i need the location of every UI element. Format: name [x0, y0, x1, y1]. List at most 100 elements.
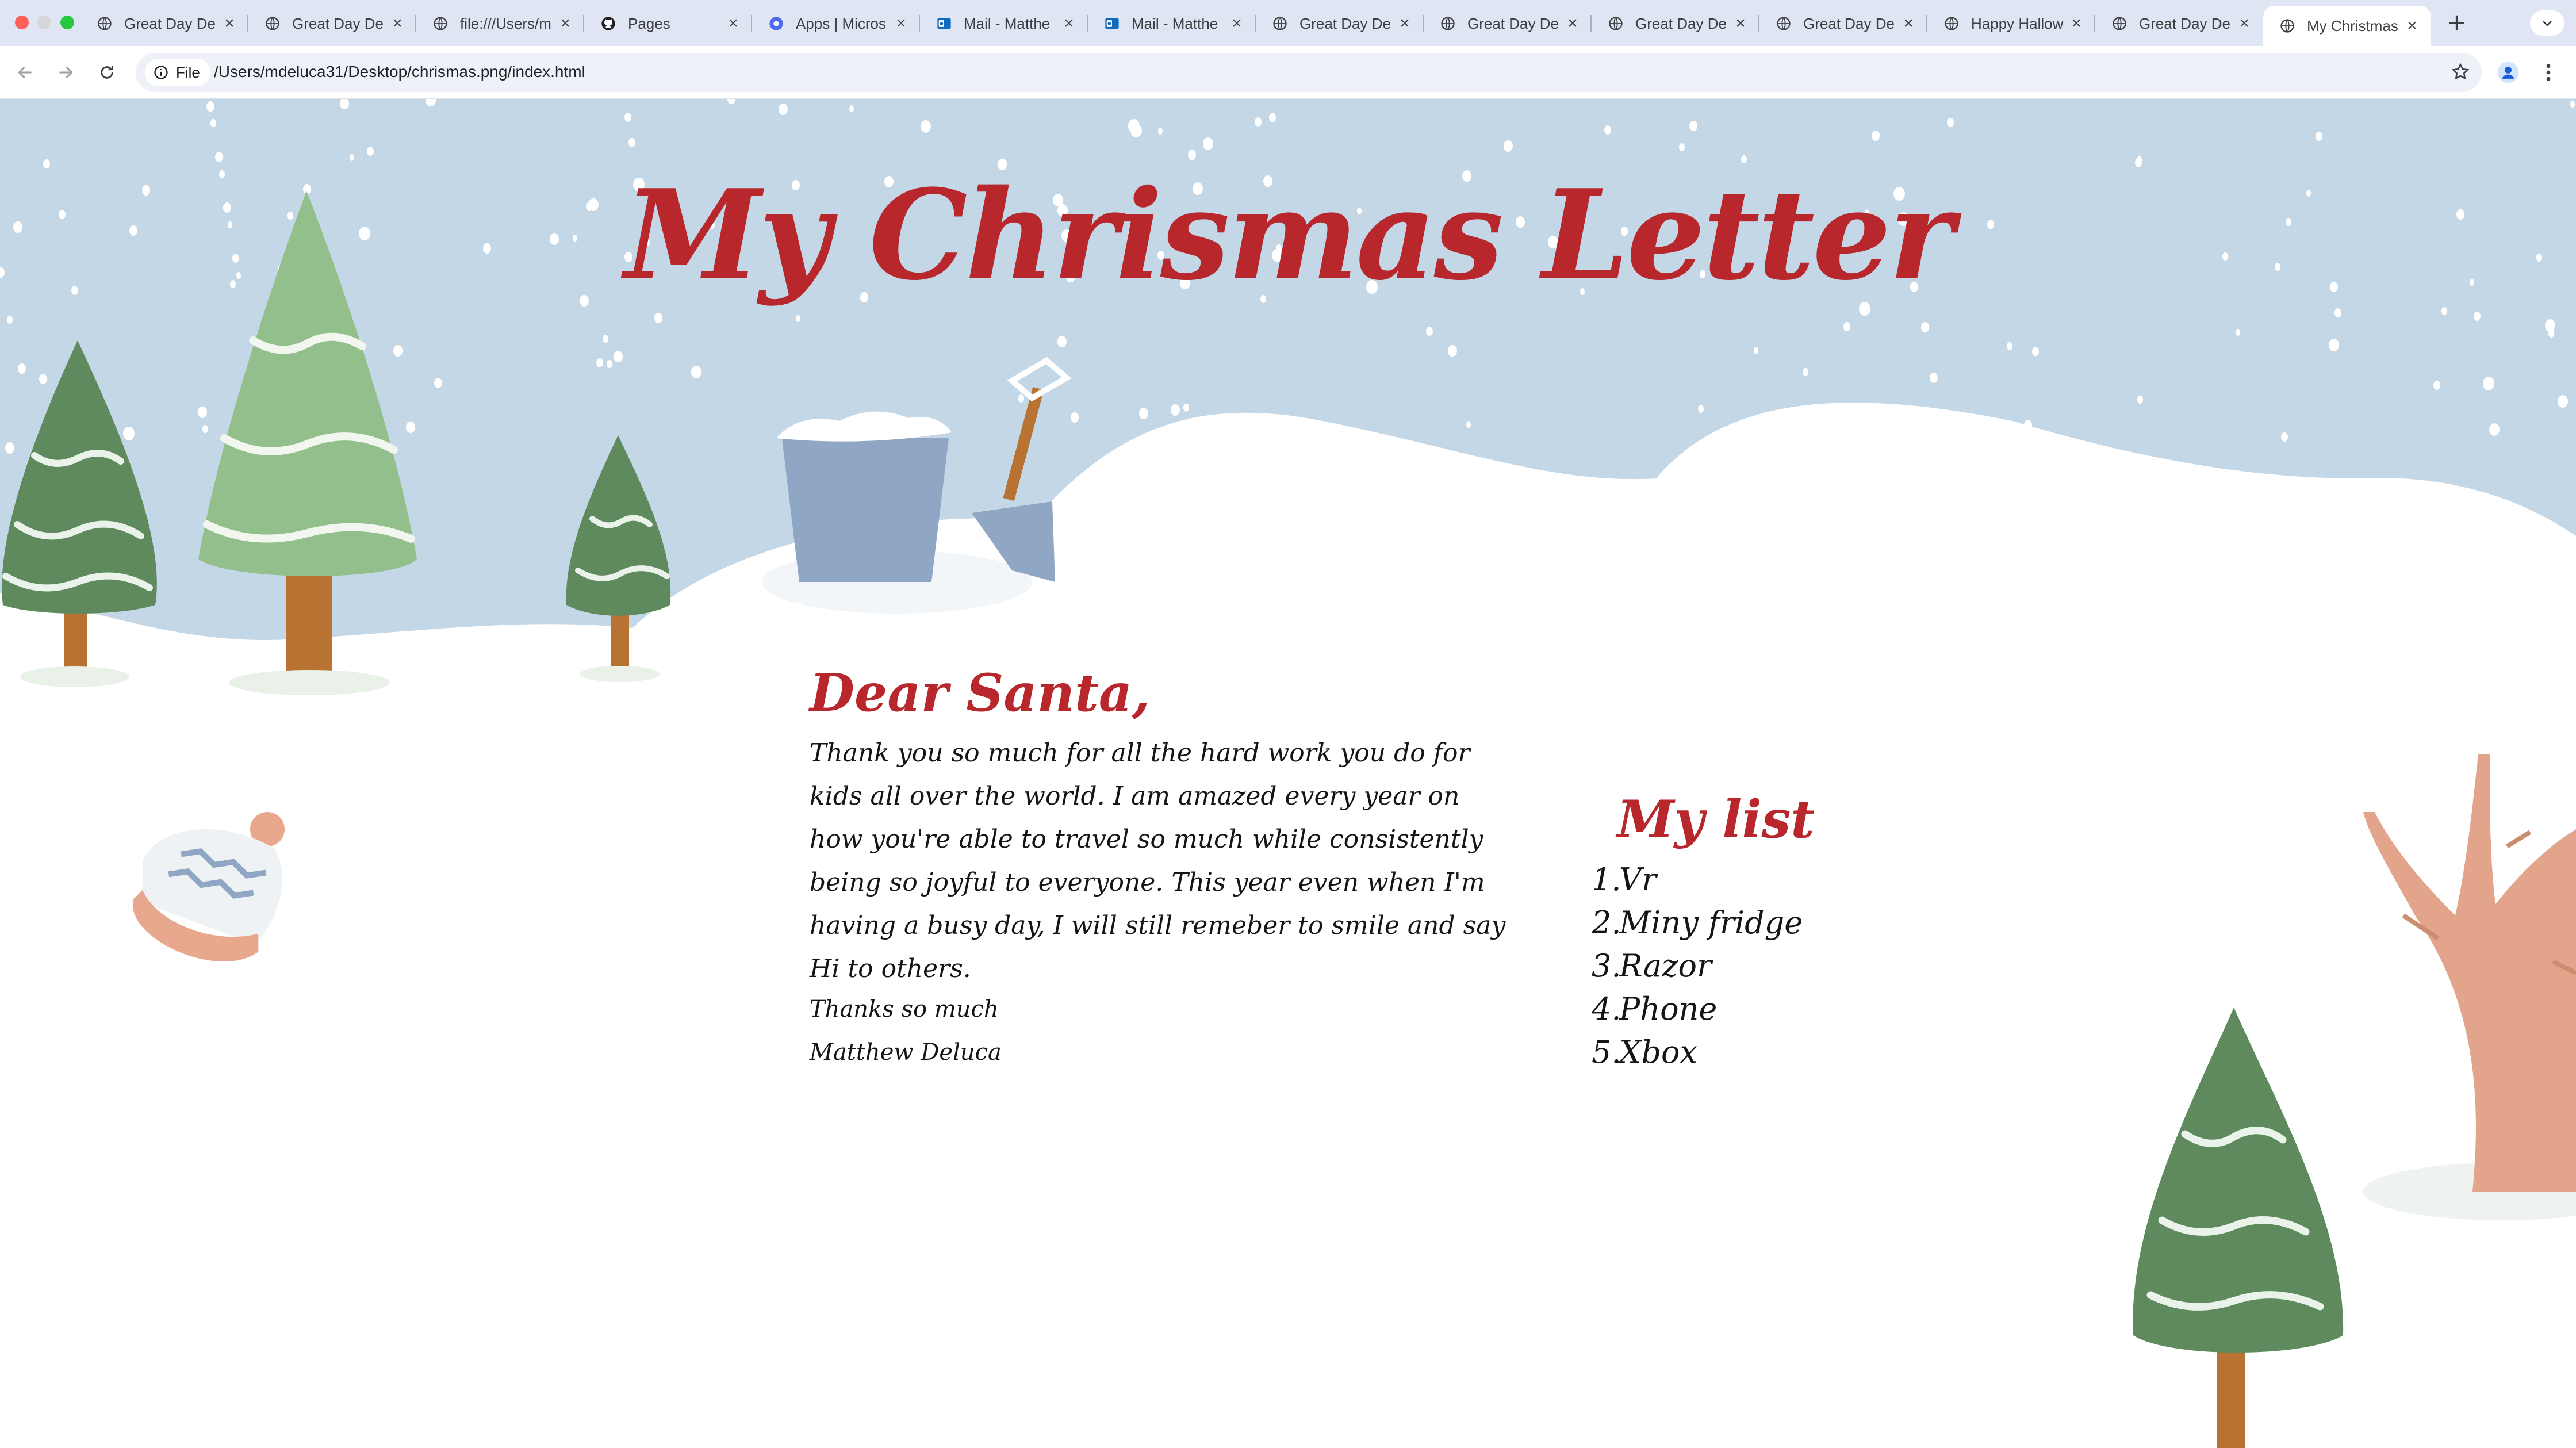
snowflake [1018, 394, 1024, 403]
snowflake [123, 427, 135, 440]
browser-tab[interactable]: Great Day De × [2095, 6, 2263, 41]
browser-toolbar: File /Users/mdeluca31/Desktop/chrismas.p… [0, 46, 2576, 99]
tab-title: Great Day De [2139, 14, 2230, 32]
new-tab-button[interactable]: + [2447, 8, 2467, 36]
snowflake [1947, 118, 1954, 127]
snowflake [1188, 150, 1196, 160]
url-text[interactable]: /Users/mdeluca31/Desktop/chrismas.png/in… [214, 63, 585, 81]
close-tab-icon[interactable]: × [1061, 14, 1076, 33]
snowflake [7, 316, 13, 324]
window-close-button[interactable] [15, 16, 29, 29]
browser-tab[interactable]: My Christmas × [2263, 6, 2431, 46]
close-tab-icon[interactable]: × [1565, 14, 1580, 33]
browser-tab[interactable]: Great Day De × [248, 6, 416, 41]
snowflake [2548, 330, 2554, 338]
bare-tree [2363, 754, 2576, 1220]
snowflake [1255, 117, 1262, 127]
browser-tab[interactable]: Mail - Matthe × [920, 6, 1088, 41]
browser-menu-button[interactable] [2537, 59, 2560, 86]
info-icon [154, 66, 168, 79]
globe-icon [1440, 16, 1456, 32]
arrow-left-icon [18, 66, 32, 79]
snowflake [1604, 125, 1611, 135]
snowflake [1803, 368, 1808, 376]
chevron-down-icon [2543, 21, 2552, 26]
address-bar[interactable]: File /Users/mdeluca31/Desktop/chrismas.p… [136, 53, 2482, 92]
browser-tab[interactable]: Great Day De × [80, 6, 248, 41]
tab-title: Great Day De [1635, 14, 1727, 32]
close-tab-icon[interactable]: × [390, 14, 405, 33]
profile-button[interactable] [2494, 59, 2522, 86]
wish-list-item: 2.Miny fridge [1592, 901, 1803, 944]
star-icon [2451, 63, 2470, 80]
snowflake [406, 422, 415, 433]
close-tab-icon[interactable]: × [726, 14, 741, 33]
close-tab-icon[interactable]: × [1733, 14, 1748, 33]
close-tab-icon[interactable]: × [1229, 14, 1244, 33]
tab-title: Great Day De [1300, 14, 1391, 32]
window-maximize-button[interactable] [60, 16, 74, 29]
back-button[interactable] [12, 59, 39, 86]
snowflake [2474, 312, 2481, 321]
browser-tab[interactable]: Great Day De × [1256, 6, 1424, 41]
close-tab-icon[interactable]: × [1397, 14, 1412, 33]
browser-tab[interactable]: Great Day De × [1424, 6, 1592, 41]
snowflake [2007, 342, 2012, 350]
browser-tab[interactable]: Great Day De × [1592, 6, 1759, 41]
snowflake [1689, 121, 1697, 131]
tab-title: Pages [628, 14, 670, 32]
close-tab-icon[interactable]: × [2405, 16, 2420, 36]
winter-hat [132, 812, 285, 961]
close-tab-icon[interactable]: × [2069, 14, 2084, 33]
snowflake [1930, 373, 1938, 383]
close-tab-icon[interactable]: × [894, 14, 908, 33]
snowflake [624, 113, 631, 122]
tab-title: file:///Users/m [460, 14, 551, 32]
forward-button[interactable] [52, 59, 79, 86]
snowflake [1071, 412, 1079, 423]
snowflake [434, 378, 442, 388]
snowflake [18, 363, 26, 374]
snowflake [206, 101, 214, 112]
list-number: 1. [1592, 861, 1621, 898]
globe-icon [2111, 16, 2128, 32]
list-number: 5. [1592, 1034, 1621, 1070]
close-tab-icon[interactable]: × [2237, 14, 2252, 33]
avatar-icon [2497, 62, 2519, 83]
snowflake [614, 351, 623, 362]
snowflake [1128, 119, 1140, 133]
browser-tab[interactable]: Happy Hallow × [1927, 6, 2095, 41]
snowflake [603, 335, 608, 343]
globe-icon [1608, 16, 1624, 32]
close-tab-icon[interactable]: × [1901, 14, 1916, 33]
snowflake [2329, 339, 2339, 351]
tab-title: Great Day De [124, 14, 216, 32]
close-tab-icon[interactable]: × [558, 14, 573, 33]
outlook-icon [936, 16, 952, 32]
bookmark-button[interactable] [2451, 62, 2470, 84]
snowflake [1504, 140, 1513, 152]
snowflake [1679, 143, 1685, 151]
browser-tab[interactable]: Great Day De × [1759, 6, 1927, 41]
browser-tab[interactable]: Mail - Matthe × [1088, 6, 1256, 41]
browser-tab[interactable]: file:///Users/m × [416, 6, 584, 41]
list-item-text: Phone [1619, 991, 1718, 1027]
reload-icon [101, 66, 113, 79]
wish-list-item: 5.Xbox [1592, 1031, 1803, 1074]
close-tab-icon[interactable]: × [222, 14, 237, 33]
tab-title: My Christmas [2307, 17, 2398, 35]
window-minimize-button[interactable] [37, 16, 51, 29]
browser-tab[interactable]: Pages × [584, 6, 752, 41]
wish-list-item: 3.Razor [1592, 944, 1803, 987]
site-info-chip[interactable]: File [145, 59, 210, 86]
letter-body: Thank you so much for all the hard work … [810, 738, 1506, 983]
snowflake [2137, 396, 2143, 404]
reload-button[interactable] [93, 59, 121, 86]
tab-title: Great Day De [1803, 14, 1895, 32]
browser-tab[interactable]: Apps | Micros × [752, 6, 920, 41]
snowflake [350, 154, 354, 161]
tab-search-button[interactable] [2530, 10, 2564, 36]
tab-strip: Great Day De × Great Day De × file:///Users/… [0, 0, 2576, 46]
snowflake [2281, 432, 2288, 442]
list-item-text: Razor [1619, 948, 1712, 984]
